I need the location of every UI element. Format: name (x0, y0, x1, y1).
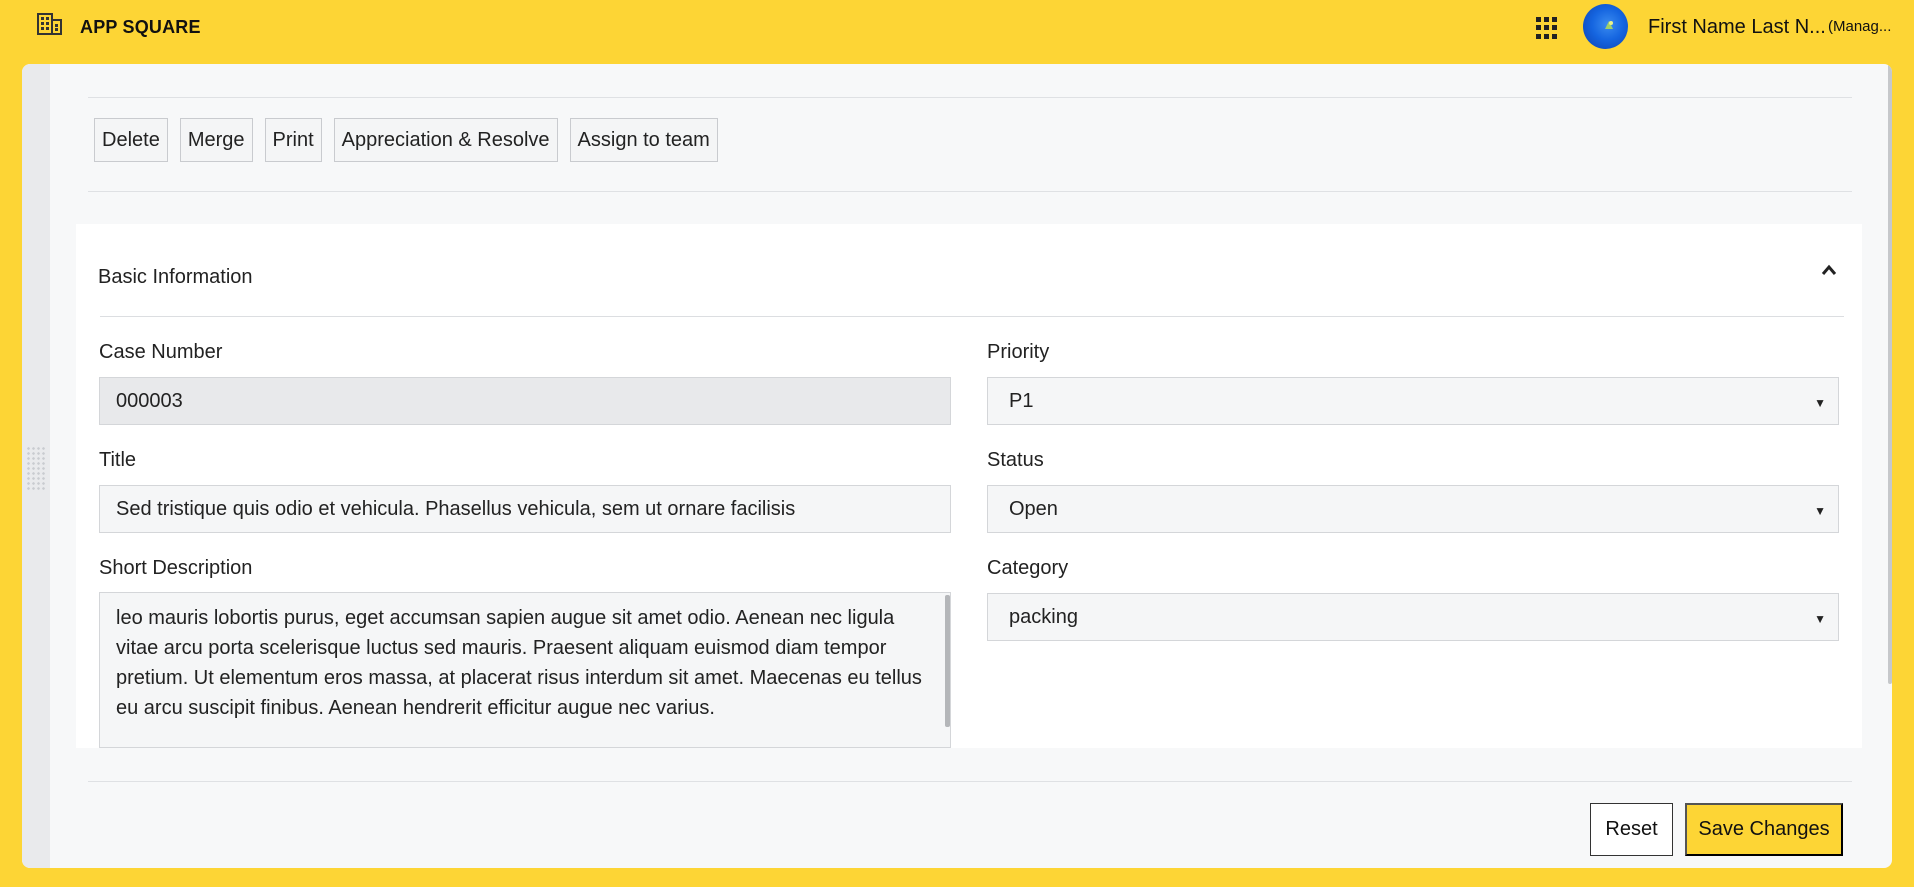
status-select[interactable]: Open ▼ (987, 485, 1839, 533)
basic-information-section: Basic Information Case Number 000003 Tit… (76, 224, 1862, 748)
drag-handle-icon[interactable] (26, 446, 46, 490)
user-name[interactable]: First Name Last N... (1648, 16, 1826, 39)
short-description-label: Short Description (99, 557, 253, 579)
textarea-scrollbar[interactable] (945, 595, 950, 727)
app-title: APP SQUARE (80, 17, 201, 37)
avatar-image-icon (1605, 21, 1613, 29)
status-value: Open (1009, 497, 1058, 520)
delete-button[interactable]: Delete (94, 118, 168, 162)
title-label: Title (99, 449, 137, 471)
grid-icon[interactable] (1536, 17, 1558, 39)
priority-label: Priority (987, 341, 1050, 363)
top-bar: APP SQUARE First Name Last N... (Manag..… (0, 0, 1914, 54)
case-number-label: Case Number (99, 341, 223, 363)
section-title[interactable]: Basic Information (98, 266, 253, 289)
divider (88, 781, 1852, 782)
save-changes-button[interactable]: Save Changes (1685, 803, 1843, 856)
page-scrollbar[interactable] (1888, 64, 1892, 684)
case-number-field: 000003 (99, 377, 951, 425)
dropdown-arrow-icon: ▼ (1814, 612, 1826, 626)
chevron-up-icon[interactable] (1821, 264, 1837, 276)
short-description-text: leo mauris lobortis purus, eget accumsan… (116, 607, 922, 719)
avatar[interactable] (1583, 4, 1628, 49)
divider (88, 97, 1852, 98)
title-input[interactable]: Sed tristique quis odio et vehicula. Pha… (99, 485, 951, 533)
action-toolbar: Delete Merge Print Appreciation & Resolv… (94, 118, 718, 162)
category-label: Category (987, 557, 1069, 579)
user-role: (Manag... (1828, 18, 1892, 35)
divider (88, 191, 1852, 192)
status-label: Status (987, 449, 1044, 471)
reset-button[interactable]: Reset (1590, 803, 1673, 856)
short-description-textarea[interactable]: leo mauris lobortis purus, eget accumsan… (99, 592, 951, 748)
left-rail (22, 64, 50, 868)
category-value: packing (1009, 605, 1078, 628)
priority-value: P1 (1009, 389, 1034, 412)
section-divider (100, 316, 1844, 317)
priority-select[interactable]: P1 ▼ (987, 377, 1839, 425)
appreciation-resolve-button[interactable]: Appreciation & Resolve (333, 118, 558, 162)
dropdown-arrow-icon: ▼ (1814, 504, 1826, 518)
assign-to-team-button[interactable]: Assign to team (569, 118, 718, 162)
merge-button[interactable]: Merge (179, 118, 253, 162)
dropdown-arrow-icon: ▼ (1814, 396, 1826, 410)
category-select[interactable]: packing ▼ (987, 593, 1839, 641)
print-button[interactable]: Print (264, 118, 322, 162)
building-icon (37, 13, 62, 35)
